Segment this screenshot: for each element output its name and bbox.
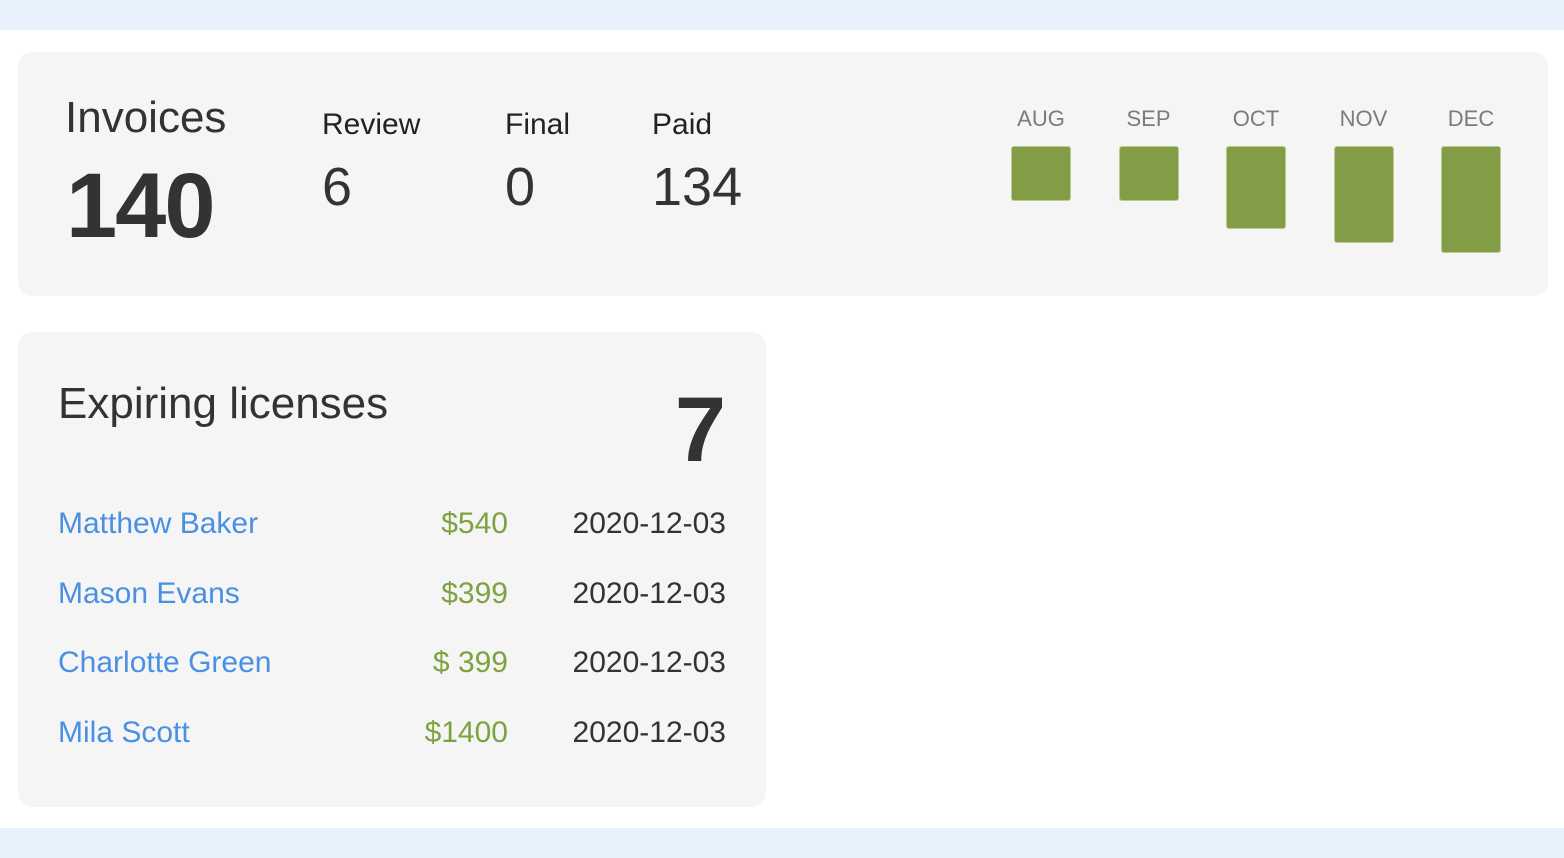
bar-dec [1441,146,1501,253]
bar-column-sep: SEP [1118,106,1179,201]
license-date: 2020-12-03 [572,507,726,540]
bar-sep [1118,146,1179,201]
license-row: Mila Scott $1400 2020-12-03 [58,713,726,753]
license-customer-link[interactable]: Matthew Baker [58,504,258,544]
bar-label-dec: DEC [1447,106,1495,131]
bar-column-dec: DEC [1441,106,1501,253]
expiring-licenses-card: Expiring licenses 7 Matthew Baker $540 2… [18,332,766,807]
license-amount: $540 [441,507,508,540]
bar-label-nov: NOV [1339,106,1388,131]
license-customer-link[interactable]: Mila Scott [58,713,190,753]
license-amount: $ 399 [432,646,508,679]
bar-column-nov: NOV [1333,106,1394,243]
bar-label-sep: SEP [1126,106,1171,131]
bar-label-oct: OCT [1232,106,1280,131]
monthly-bar-chart: AUG SEP OCT NOV DEC [18,52,1548,296]
license-amount: $1400 [424,716,508,749]
license-customer-link[interactable]: Mason Evans [58,574,240,614]
bottom-band [0,828,1564,858]
license-date: 2020-12-03 [572,577,726,610]
bar-oct [1226,146,1286,229]
license-customer-link[interactable]: Charlotte Green [58,643,271,683]
invoices-card: Invoices 140 Review 6 Final 0 Paid 134 A… [18,52,1548,296]
license-date: 2020-12-03 [572,716,726,749]
license-amount: $399 [441,577,508,610]
license-row: Matthew Baker $540 2020-12-03 [58,504,726,544]
bar-label-aug: AUG [1017,106,1065,131]
bar-column-aug: AUG [1011,106,1071,201]
top-band [0,0,1564,30]
bar-nov [1333,146,1394,243]
licenses-count: 7 [674,379,726,481]
licenses-title: Expiring licenses [58,379,389,428]
license-row: Mason Evans $399 2020-12-03 [58,574,726,614]
license-row: Charlotte Green $ 399 2020-12-03 [58,643,726,683]
license-date: 2020-12-03 [572,646,726,679]
bar-column-oct: OCT [1226,106,1286,229]
bar-aug [1011,146,1071,201]
